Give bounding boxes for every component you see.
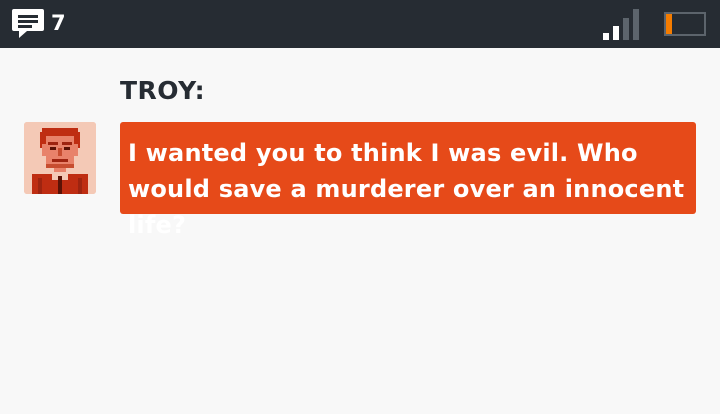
speaker-name: TROY: xyxy=(120,76,206,105)
unread-count: 7 xyxy=(51,11,66,35)
battery-low-icon xyxy=(664,12,706,36)
message-bubble: I wanted you to think I was evil. Who wo… xyxy=(120,122,696,239)
signal-strength-icon xyxy=(603,9,639,40)
chat-bubble-icon[interactable] xyxy=(11,7,45,41)
status-bar: 7 xyxy=(0,0,720,48)
troy-portrait-avatar xyxy=(24,122,96,194)
message-text: I wanted you to think I was evil. Who wo… xyxy=(128,139,685,239)
